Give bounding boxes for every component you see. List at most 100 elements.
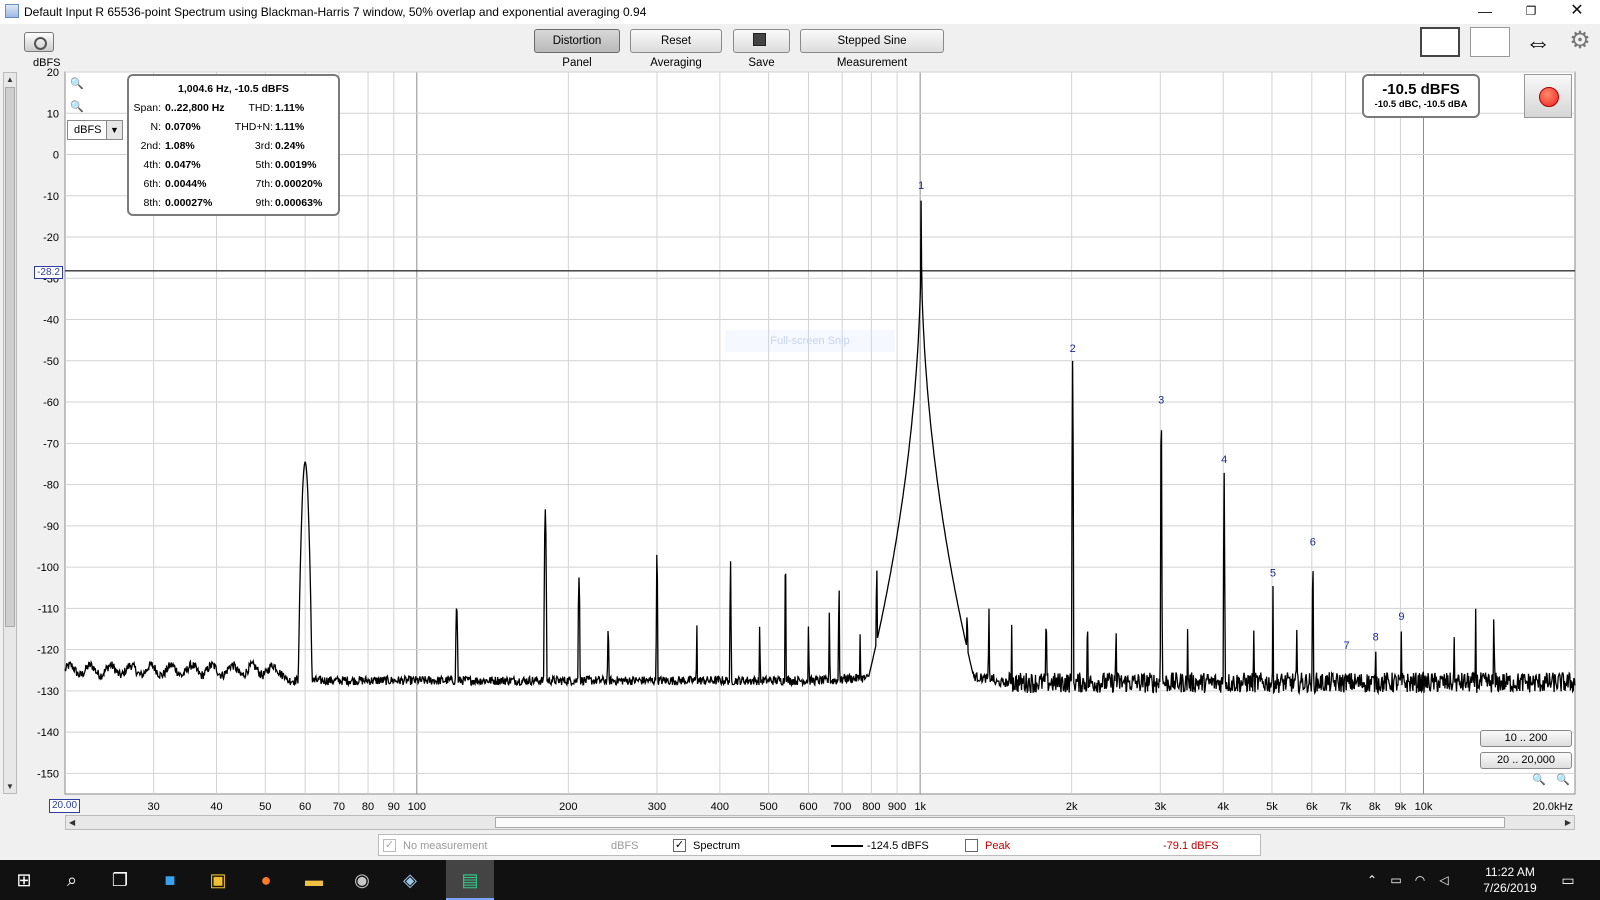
distortion-value-right: 0.24% — [275, 140, 305, 152]
distortion-value-left: 0.0044% — [165, 178, 207, 190]
save-button[interactable]: Save — [733, 29, 790, 69]
range-10-200-button[interactable]: 10 .. 200 — [1480, 730, 1572, 747]
harmonic-marker: 3 — [1158, 394, 1164, 406]
rew-taskbar-button[interactable]: ▤ — [446, 860, 494, 900]
cursor-x-readout[interactable]: 20.00 — [49, 799, 80, 813]
folder-icon[interactable]: ▬ — [302, 868, 326, 892]
close-button[interactable]: ✕ — [1554, 0, 1600, 24]
record-button[interactable] — [1524, 74, 1572, 118]
distortion-value-right: 0.00063% — [275, 197, 323, 209]
clock-time: 11:22 AM — [1485, 865, 1535, 879]
distortion-label-right: 7th: — [255, 178, 273, 190]
notifications-icon[interactable]: ▭ — [1556, 868, 1580, 892]
store-icon[interactable]: ▣ — [206, 868, 230, 892]
distortion-label-right: THD: — [248, 102, 274, 114]
view-icon[interactable] — [1420, 27, 1460, 57]
distortion-label-left: 2nd: — [140, 140, 161, 152]
y-tick-label: -60 — [43, 397, 59, 409]
level-weighted: -10.5 dBC, -10.5 dBA — [1374, 99, 1468, 110]
x-tick-label: 100 — [408, 801, 426, 813]
y-tick-label: -110 — [38, 603, 59, 615]
no-measurement-checkbox: ✓ — [383, 839, 396, 852]
x-tick-label: 9k — [1395, 801, 1407, 813]
spectrum-value: -124.5 dBFS — [867, 840, 929, 852]
x-tick-label: 60 — [299, 801, 311, 813]
harmonic-marker: 1 — [918, 180, 924, 192]
peak-label: Peak — [985, 840, 1011, 852]
harmonic-marker: 5 — [1270, 568, 1276, 580]
x-tick-label: 400 — [711, 801, 729, 813]
distortion-row: 8th: 0.00027% 9th: 0.00063% — [129, 197, 338, 213]
volume-icon[interactable]: ◁ — [1432, 868, 1456, 892]
x-tick-label: 8k — [1369, 801, 1381, 813]
task-view-icon[interactable]: ❐ — [108, 868, 132, 892]
distortion-header: 1,004.6 Hz, -10.5 dBFS — [178, 83, 289, 95]
zoom-in-icon[interactable]: 🔍 — [70, 77, 84, 91]
snip-hint: Full-screen Snip — [725, 330, 895, 352]
spectrum-label: Spectrum — [693, 840, 741, 852]
app-icon-gray[interactable]: ◉ — [350, 868, 374, 892]
camera-icon[interactable] — [24, 32, 54, 52]
app-icon-blue[interactable]: ■ — [158, 868, 182, 892]
x-tick-label: 6k — [1306, 801, 1318, 813]
battery-icon[interactable]: ▭ — [1384, 868, 1408, 892]
x-tick-label: 70 — [333, 801, 345, 813]
distortion-value-left: 0.047% — [165, 159, 201, 171]
x-tick-label: 3k — [1154, 801, 1166, 813]
stepped-sine-button[interactable]: Stepped Sine Measurement — [800, 29, 944, 69]
y-tick-label: -80 — [43, 480, 59, 492]
scroll-right-icon[interactable]: ▶ — [1565, 818, 1571, 827]
distortion-label-right: 5th: — [255, 159, 273, 171]
harmonic-marker: 7 — [1343, 640, 1349, 652]
zoom-out-icon[interactable]: 🔍 — [70, 100, 84, 114]
unit-select[interactable]: dBFS ▼ — [67, 120, 123, 140]
y-tick-label: -20 — [43, 232, 59, 244]
start-icon[interactable]: ⊞ — [12, 868, 36, 892]
gear-icon[interactable]: ⚙ — [1567, 28, 1593, 54]
distortion-value-left: 1.08% — [165, 140, 195, 152]
wifi-icon[interactable]: ◠ — [1408, 868, 1432, 892]
y-tick-label: -100 — [37, 562, 59, 574]
search-icon[interactable]: ⌕ — [60, 868, 84, 892]
y-tick-label: -40 — [43, 315, 59, 327]
clock-date: 7/26/2019 — [1483, 881, 1537, 895]
distortion-row: Span: 0..22,800 Hz THD: 1.11% — [129, 102, 338, 118]
unit-select-value: dBFS — [74, 124, 102, 136]
distortion-row: 6th: 0.0044% 7th: 0.00020% — [129, 178, 338, 194]
rew-spectrum-window: Default Input R 65536-point Spectrum usi… — [0, 0, 1600, 900]
y-tick-label: -140 — [37, 727, 59, 739]
maximize-button[interactable]: ❐ — [1508, 0, 1554, 24]
clock[interactable]: 11:22 AM 7/26/2019 — [1475, 864, 1545, 896]
scroll-left-icon[interactable]: ◀ — [69, 818, 75, 827]
chevron-down-icon: ▼ — [106, 121, 122, 139]
move-icon[interactable]: ⇔ — [1518, 27, 1558, 57]
distortion-row: 4th: 0.047% 5th: 0.0019% — [129, 159, 338, 175]
distortion-value-left: 0.070% — [165, 121, 201, 133]
distortion-label-left: N: — [150, 121, 162, 133]
columns-icon[interactable] — [1470, 27, 1510, 57]
reset-averaging-button[interactable]: Reset Averaging — [630, 29, 722, 69]
harmonic-marker: 4 — [1221, 454, 1227, 466]
minimize-button[interactable]: — — [1462, 0, 1508, 24]
zoom-in-x-icon[interactable]: 🔍 — [1532, 773, 1546, 787]
horizontal-scrollbar[interactable]: ◀ ▶ — [65, 815, 1575, 830]
horizontal-scroll-thumb[interactable] — [495, 817, 1505, 828]
distortion-panel-button[interactable]: Distortion Panel — [534, 29, 620, 69]
range-20-20000-button[interactable]: 20 .. 20,000 — [1480, 752, 1572, 769]
harmonic-marker: 9 — [1398, 611, 1404, 623]
y-tick-label: -10 — [43, 191, 59, 203]
tray-chevron-icon[interactable]: ⌃ — [1360, 868, 1384, 892]
distortion-value-left: 0..22,800 Hz — [165, 102, 225, 114]
y-tick-label: -130 — [37, 686, 59, 698]
x-tick-label: 80 — [362, 801, 374, 813]
peak-checkbox[interactable] — [965, 839, 978, 852]
spectrum-checkbox[interactable]: ✓ — [673, 839, 686, 852]
cursor-y-readout[interactable]: -28.2 — [34, 266, 63, 279]
app-icon-light[interactable]: ◈ — [398, 868, 422, 892]
x-tick-label: 800 — [862, 801, 880, 813]
y-tick-label: 20 — [47, 67, 59, 79]
firefox-icon[interactable]: ● — [254, 868, 278, 892]
distortion-label-left: 4th: — [143, 159, 161, 171]
distortion-value-right: 0.00020% — [275, 178, 323, 190]
zoom-out-x-icon[interactable]: 🔍 — [1556, 773, 1570, 787]
